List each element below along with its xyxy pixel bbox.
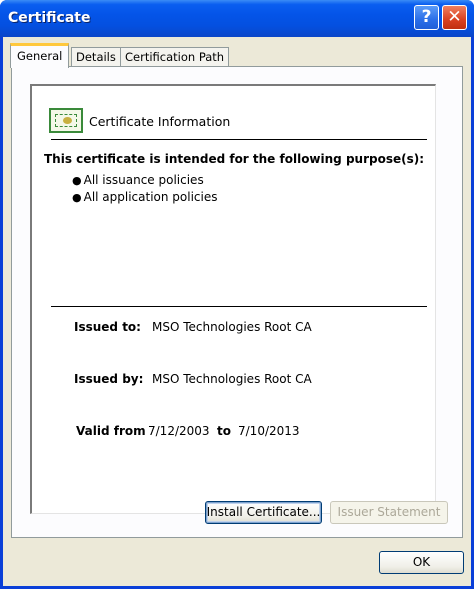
valid-to-label: to: [217, 424, 231, 438]
purpose-text: All application policies: [83, 190, 218, 204]
purpose-text: All issuance policies: [83, 173, 204, 187]
tab-details[interactable]: Details: [71, 47, 121, 67]
certificate-dialog: Certificate ? ✕ General Details Certific…: [0, 0, 474, 589]
issuer-statement-button[interactable]: Issuer Statement: [330, 501, 448, 524]
issued-by-value: MSO Technologies Root CA: [152, 372, 312, 386]
valid-from-label: Valid from: [76, 424, 146, 438]
tab-certification-path[interactable]: Certification Path: [120, 47, 230, 67]
general-tab-panel: Certificate Information This certificate…: [11, 66, 463, 538]
certificate-icon: [49, 108, 83, 133]
certificate-info-heading: Certificate Information: [89, 114, 231, 129]
title-bar[interactable]: Certificate ? ✕: [0, 0, 474, 37]
close-button[interactable]: ✕: [442, 5, 467, 30]
list-item: ● All issuance policies: [72, 173, 204, 187]
valid-to-value: 7/10/2013: [238, 424, 300, 438]
issued-to-label: Issued to:: [74, 320, 141, 334]
tab-general[interactable]: General: [10, 43, 70, 68]
list-item: ● All application policies: [72, 190, 218, 204]
divider: [51, 306, 427, 307]
dialog-body: General Details Certification Path Certi…: [3, 37, 471, 586]
issued-by-label: Issued by:: [74, 372, 144, 386]
issued-to-value: MSO Technologies Root CA: [152, 320, 312, 334]
purpose-list: ● All issuance policies ● All application …: [72, 172, 218, 206]
purpose-heading: This certificate is intended for the fol…: [44, 152, 425, 166]
certificate-info-box: Certificate Information This certificate…: [30, 84, 436, 514]
install-certificate-button[interactable]: Install Certificate...: [205, 501, 322, 524]
window-title: Certificate: [8, 10, 91, 26]
divider: [51, 139, 427, 140]
valid-from-value: 7/12/2003: [148, 424, 210, 438]
ok-button[interactable]: OK: [379, 551, 464, 574]
help-button[interactable]: ?: [414, 5, 439, 30]
